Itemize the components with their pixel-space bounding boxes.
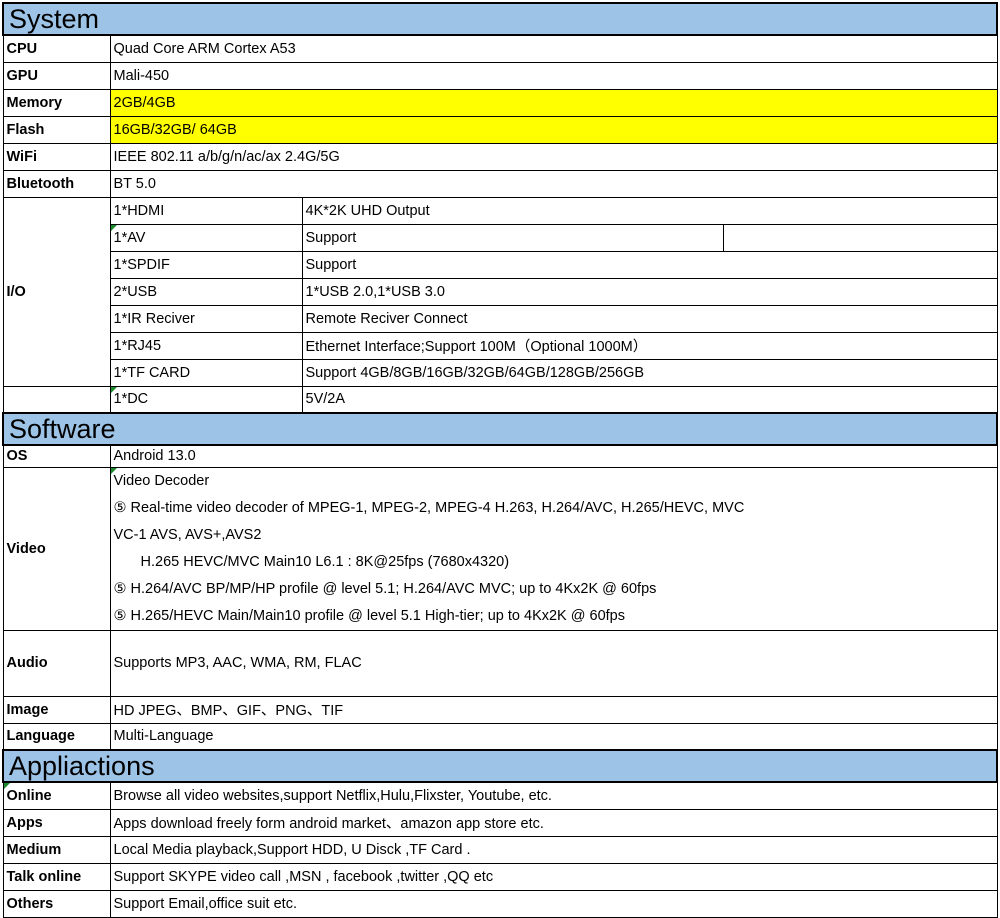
row-gpu: GPU Mali-450	[2, 61, 998, 90]
bluetooth-label: Bluetooth	[2, 169, 111, 198]
medium-label: Medium	[2, 835, 111, 864]
io-row: 1*IR Reciver Remote Reciver Connect	[3, 304, 998, 333]
memory-label: Memory	[2, 88, 111, 117]
io-extra-empty-cell	[722, 223, 998, 252]
io-desc: 5V/2A	[301, 385, 998, 414]
video-label: Video	[2, 466, 111, 631]
io-desc: Support	[301, 250, 998, 279]
io-row: 1*DC 5V/2A	[2, 385, 998, 414]
io-desc: Remote Reciver Connect	[301, 304, 998, 333]
io-row: 2*USB 1*USB 2.0,1*USB 3.0	[3, 277, 998, 306]
row-apps: Apps Apps download freely form android m…	[2, 808, 998, 837]
gpu-label: GPU	[2, 61, 111, 90]
io-desc: Support 4GB/8GB/16GB/32GB/64GB/128GB/256…	[301, 358, 998, 387]
apps-label: Apps	[2, 808, 111, 837]
io-port: 1*DC	[109, 385, 303, 414]
circled-five-bullet-icon: ⑤	[113, 607, 127, 624]
io-empty-label-cell	[2, 385, 111, 414]
io-port: 1*SPDIF	[109, 250, 303, 279]
row-wifi: WiFi IEEE 802.11 a/b/g/n/ac/ax 2.4G/5G	[2, 142, 998, 171]
io-port-text: 1*AV	[113, 229, 146, 246]
row-online: Online Browse all video websites,support…	[2, 781, 998, 810]
video-line: H.265 HEVC/MVC Main10 L6.1 : 8K@25fps (7…	[140, 553, 510, 570]
row-talk-online: Talk online Support SKYPE video call ,MS…	[2, 862, 998, 891]
circled-five-bullet-icon: ⑤	[113, 499, 127, 516]
video-details: Video Decoder ⑤ Real-time video decoder o…	[109, 466, 998, 631]
video-line: ⑤ H.264/AVC BP/MP/HP profile @ level 5.1;…	[114, 576, 997, 603]
io-desc: 1*USB 2.0,1*USB 3.0	[301, 277, 998, 306]
flash-label: Flash	[2, 115, 111, 144]
row-language: Language Multi-Language	[2, 722, 998, 751]
io-port: 1*IR Reciver	[109, 304, 303, 333]
io-row: 1*SPDIF Support	[3, 250, 998, 279]
row-flash: Flash 16GB/32GB/ 64GB	[2, 115, 998, 144]
io-row: 1*RJ45 Ethernet Interface;Support 100M（O…	[3, 331, 998, 360]
section-header-system: System	[1, 2, 999, 36]
io-desc: Support	[301, 223, 724, 252]
io-port: 1*HDMI	[109, 196, 303, 225]
io-port: 2*USB	[109, 277, 303, 306]
section-title-software: Software	[1, 412, 999, 446]
wifi-label: WiFi	[2, 142, 111, 171]
talk-online-value: Support SKYPE video call ,MSN , facebook…	[109, 862, 998, 891]
video-line: ⑤ H.265/HEVC Main/Main10 profile @ level …	[114, 603, 997, 630]
io-row: 1*TF CARD Support 4GB/8GB/16GB/32GB/64GB…	[3, 358, 998, 387]
online-value: Browse all video websites,support Netfli…	[109, 781, 998, 810]
io-label: I/O	[2, 196, 111, 387]
image-label: Image	[2, 695, 111, 724]
row-cpu: CPU Quad Core ARM Cortex A53	[2, 34, 998, 63]
comment-marker-icon	[111, 468, 117, 474]
comment-marker-icon	[111, 387, 117, 393]
io-port: 1*TF CARD	[109, 358, 303, 387]
bluetooth-value: BT 5.0	[109, 169, 998, 198]
language-label: Language	[2, 722, 111, 751]
io-row: I/O 1*HDMI 4K*2K UHD Output	[2, 196, 998, 387]
io-desc: Ethernet Interface;Support 100M（Optional…	[301, 331, 998, 360]
flash-value: 16GB/32GB/ 64GB	[109, 115, 998, 144]
row-bluetooth: Bluetooth BT 5.0	[2, 169, 998, 198]
apps-value: Apps download freely form android market…	[109, 808, 998, 837]
io-row: 1*AV Support	[3, 223, 998, 252]
memory-value: 2GB/4GB	[109, 88, 998, 117]
online-label-text: Online	[6, 787, 52, 804]
comment-marker-icon	[4, 783, 10, 789]
io-desc: 4K*2K UHD Output	[301, 196, 998, 225]
video-line: ⑤ Real-time video decoder of MPEG-1, MPEG…	[114, 495, 997, 522]
video-title: Video Decoder	[113, 472, 210, 489]
section-title-applications: Appliactions	[1, 749, 999, 783]
comment-marker-icon	[111, 225, 117, 231]
section-header-applications: Appliactions	[1, 749, 999, 783]
os-value: Android 13.0	[109, 444, 998, 468]
row-memory: Memory 2GB/4GB	[2, 88, 998, 117]
section-title-system: System	[1, 2, 999, 36]
video-line: VC-1 AVS, AVS+,AVS2	[113, 526, 262, 543]
io-port-text: 1*DC	[113, 391, 149, 408]
section-header-software: Software	[1, 412, 999, 446]
spec-sheet: System CPU Quad Core ARM Cortex A53 GPU …	[1, 2, 999, 918]
row-others: Others Support Email,office suit etc.	[2, 889, 998, 918]
row-video: Video Video Decoder ⑤ Real-time video dec…	[2, 466, 998, 631]
gpu-value: Mali-450	[109, 61, 998, 90]
others-label: Others	[2, 889, 111, 918]
image-value: HD JPEG、BMP、GIF、PNG、TIF	[109, 695, 998, 724]
medium-value: Local Media playback,Support HDD, U Disc…	[109, 835, 998, 864]
io-port: 1*AV	[109, 223, 303, 252]
audio-label: Audio	[2, 629, 111, 697]
cpu-value: Quad Core ARM Cortex A53	[109, 34, 998, 63]
row-image: Image HD JPEG、BMP、GIF、PNG、TIF	[2, 695, 998, 724]
audio-value: Supports MP3, AAC, WMA, RM, FLAC	[109, 629, 998, 697]
cpu-label: CPU	[2, 34, 111, 63]
row-medium: Medium Local Media playback,Support HDD,…	[2, 835, 998, 864]
row-os: OS Android 13.0	[2, 444, 998, 468]
os-label: OS	[2, 444, 111, 468]
language-value: Multi-Language	[109, 722, 998, 751]
circled-five-bullet-icon: ⑤	[113, 580, 127, 597]
io-port: 1*RJ45	[109, 331, 303, 360]
online-label: Online	[2, 781, 111, 810]
spec-table: System CPU Quad Core ARM Cortex A53 GPU …	[1, 2, 999, 918]
wifi-value: IEEE 802.11 a/b/g/n/ac/ax 2.4G/5G	[109, 142, 998, 171]
row-audio: Audio Supports MP3, AAC, WMA, RM, FLAC	[2, 629, 998, 697]
talk-online-label: Talk online	[2, 862, 111, 891]
others-value: Support Email,office suit etc.	[109, 889, 998, 918]
